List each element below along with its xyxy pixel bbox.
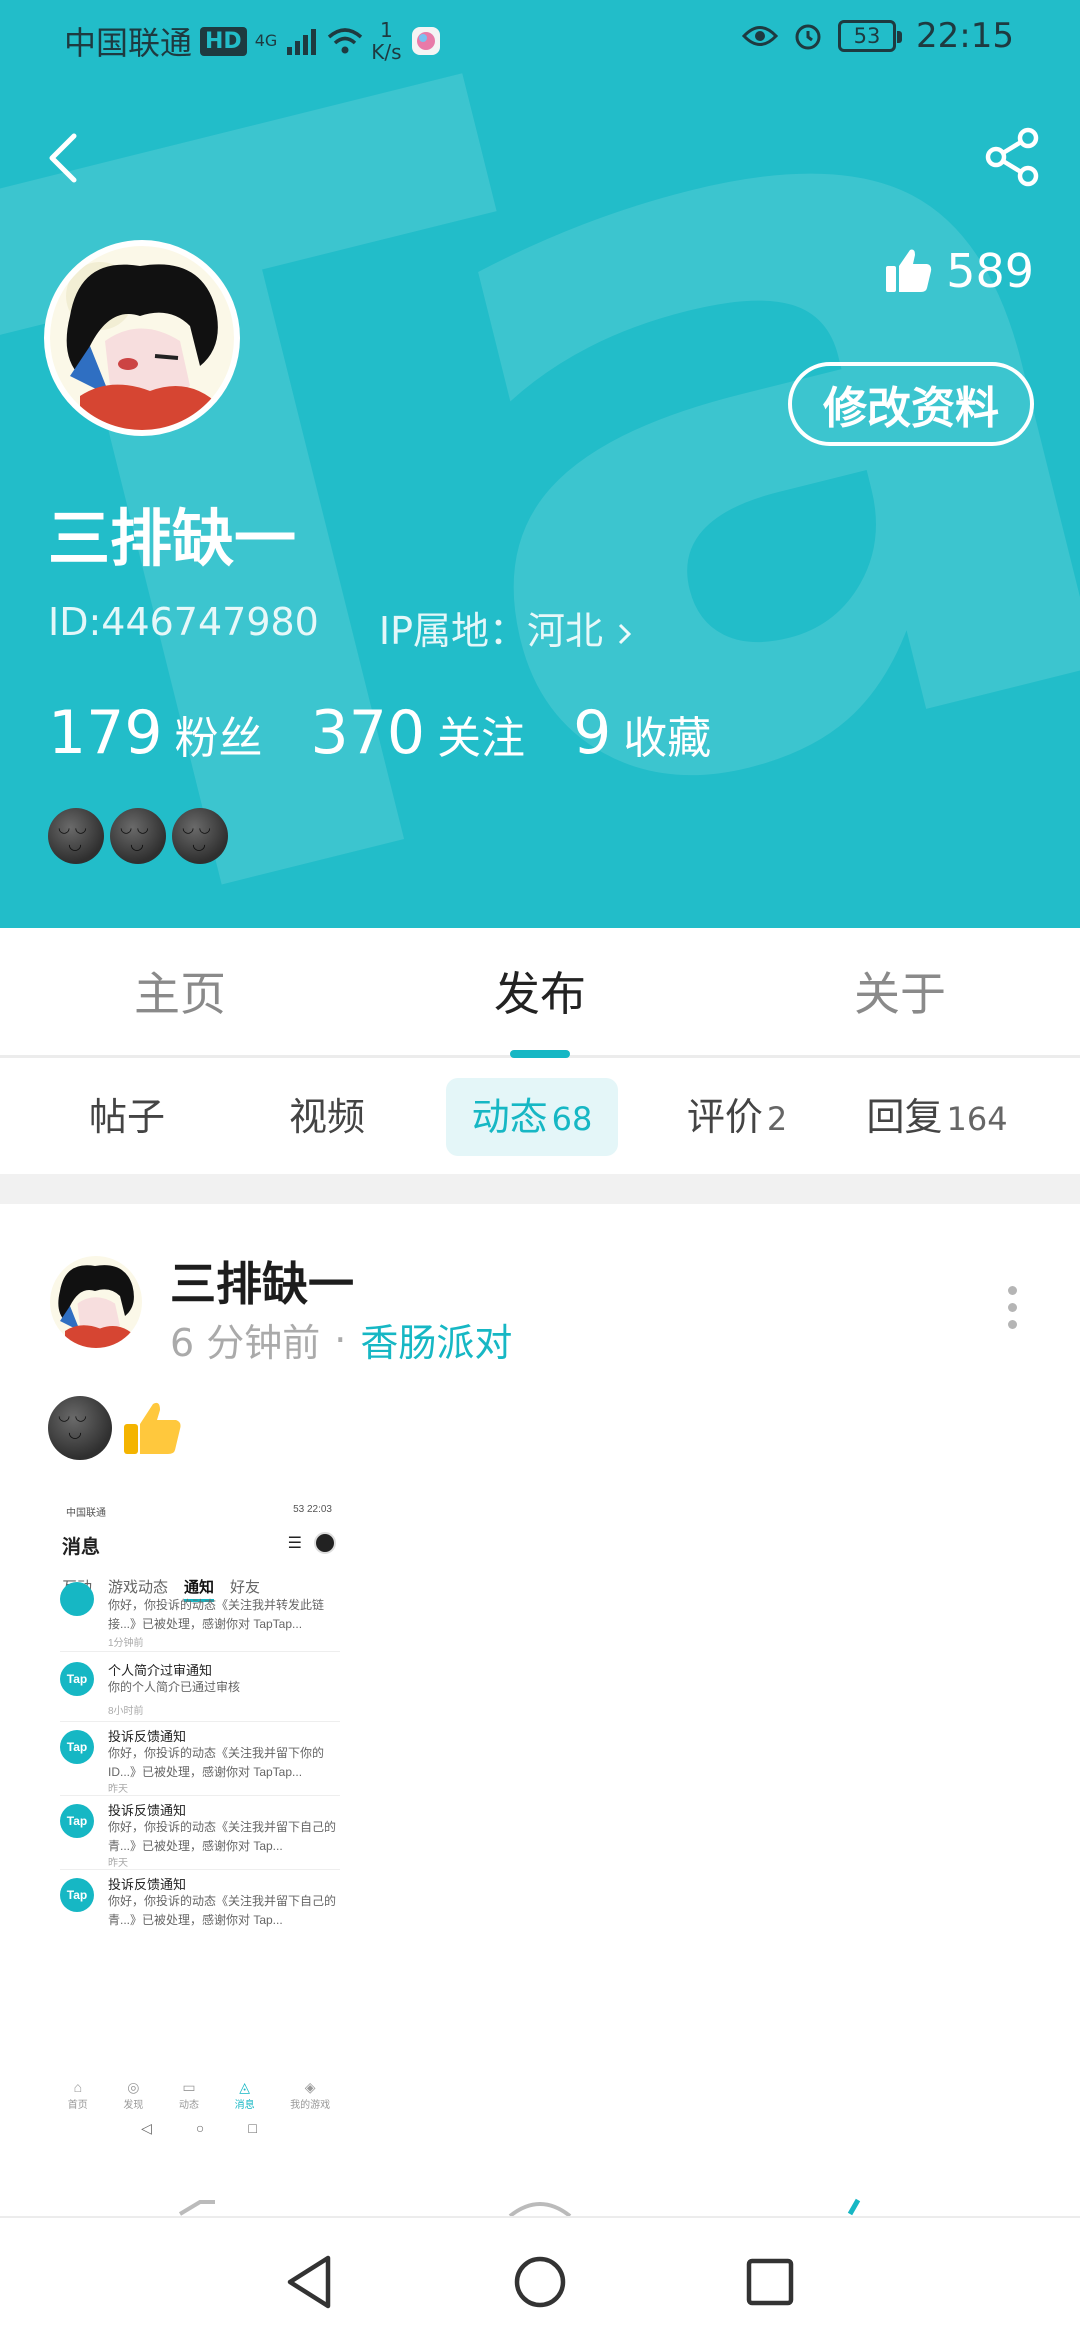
shot-title: 消息	[62, 1537, 101, 1558]
avatar-image	[50, 1256, 142, 1348]
taptap-watermark: Ta	[0, 0, 1080, 928]
eye-icon	[742, 26, 779, 46]
tab-home[interactable]: 主页	[0, 958, 360, 1024]
profile-avatar[interactable]	[44, 240, 240, 436]
filter-icon: ☰	[287, 1535, 302, 1552]
badge-list[interactable]	[48, 808, 228, 864]
moon-face-emoji-icon	[48, 1396, 112, 1460]
chevron-right-icon	[619, 623, 632, 644]
thumbs-up-icon	[886, 249, 932, 292]
subtab-moments[interactable]: 动态 68	[446, 1078, 618, 1156]
post-author-avatar[interactable]	[50, 1256, 142, 1348]
post-image[interactable]: 中国联通53 22:03 消息 ☰ 互动 游戏动态 通知 好友 你好，你投诉的动…	[50, 1496, 348, 2146]
taptap-logo-icon: Tap	[60, 1804, 94, 1838]
wifi-icon	[328, 28, 363, 54]
avatar-image	[50, 246, 234, 430]
favorites-stat[interactable]: 9 收藏	[573, 698, 711, 768]
taptap-logo-icon: Tap	[60, 1730, 94, 1764]
subtab-videos[interactable]: 视频	[252, 1078, 402, 1156]
profile-nickname: 三排缺一	[48, 502, 297, 575]
likes-counter: 589	[884, 244, 1034, 298]
battery-icon: 53	[838, 20, 903, 52]
subtab-posts[interactable]: 帖子	[52, 1078, 202, 1156]
moon-face-badge-icon	[48, 808, 104, 864]
list-item: Tap 投诉反馈通知 你好，你投诉的动态《关注我并留下自己的青...》已被处理，…	[60, 1796, 340, 1870]
followers-stat[interactable]: 179 粉丝	[48, 698, 263, 768]
post-meta: 6 分钟前 · 香肠派对	[170, 1312, 512, 1367]
list-item: 你好，你投诉的动态《关注我并转发此链接...》已被处理，感谢你对 TapTap.…	[60, 1582, 340, 1652]
app-icon	[411, 27, 440, 55]
nav-back-icon[interactable]	[280, 2252, 340, 2312]
profile-tabs: 主页 发布 关于	[0, 928, 1080, 1058]
profile-stats: 179 粉丝 370 关注 9 收藏	[48, 698, 711, 768]
post-time: 6 分钟前	[170, 1321, 321, 1365]
list-item: Tap 投诉反馈通知 你好，你投诉的动态《关注我并留下自己的青...》已被处理，…	[60, 1870, 340, 1944]
content-type-filter: 帖子 视频 动态 68 评价 2 回复 164	[0, 1060, 1080, 1174]
shot-header-icons: ☰	[288, 1532, 336, 1554]
clock: 22:15	[916, 16, 1014, 56]
edit-profile-button[interactable]: 修改资料	[788, 362, 1034, 446]
nav-home-icon[interactable]	[510, 2252, 570, 2312]
tab-about[interactable]: 关于	[720, 958, 1080, 1024]
profile-id-line: ID:446747980 IP属地：河北	[48, 600, 635, 655]
list-item: Tap 个人简介过审通知 你的个人简介已通过审核 8小时前	[60, 1652, 340, 1722]
carrier-label: 中国联通	[64, 24, 193, 62]
shot-bottom-nav: ⌂ 首页 ◎ 发现 ▭ 动态 ◬ 消息 ◈ 我的游戏	[67, 2079, 331, 2111]
active-tab-indicator	[510, 1050, 570, 1058]
back-icon[interactable]	[44, 128, 84, 188]
section-divider	[0, 1174, 1080, 1204]
meta-separator: ·	[334, 1317, 347, 1362]
list-item: Tap 投诉反馈通知 你好，你投诉的动态《关注我并留下你的ID...》已被处理，…	[60, 1722, 340, 1796]
following-stat[interactable]: 370 关注	[311, 698, 526, 768]
system-navigation-bar	[0, 2216, 1080, 2340]
hd-icon: HD	[200, 26, 247, 56]
subtab-reviews[interactable]: 评价 2	[662, 1078, 812, 1156]
post-game-link[interactable]: 香肠派对	[360, 1312, 512, 1367]
taptap-logo-icon: Tap	[60, 1878, 94, 1912]
net-speed: 1 K/s	[371, 18, 402, 64]
user-id: ID:446747980	[48, 600, 319, 644]
network-type: 4G	[254, 31, 278, 50]
likes-count: 589	[946, 244, 1034, 298]
tab-publish[interactable]: 发布	[360, 958, 720, 1024]
alarm-icon	[795, 24, 821, 50]
taptap-logo-icon	[60, 1582, 94, 1616]
subtab-replies[interactable]: 回复 164	[852, 1078, 1022, 1156]
profile-header: Ta 中国联通 HD 4G 1 K/s 53 22:15 589 修改资料 三排…	[0, 0, 1080, 928]
more-options-icon[interactable]	[1008, 1286, 1020, 1329]
taptap-logo-icon: Tap	[60, 1662, 94, 1696]
nav-recents-icon[interactable]	[740, 2252, 800, 2312]
shot-status-bar: 中国联通 53 22:03	[66, 1504, 332, 1519]
thumbs-up-emoji-icon	[124, 1402, 181, 1454]
post-action-bar-peek	[178, 2198, 861, 2216]
share-icon[interactable]	[982, 126, 1044, 188]
moon-face-badge-icon	[172, 808, 228, 864]
post-author-name[interactable]: 三排缺一	[170, 1248, 354, 1314]
status-bar: 中国联通 HD 4G 1 K/s 53 22:15	[0, 0, 1080, 76]
avatar	[314, 1532, 336, 1554]
ip-location[interactable]: IP属地：河北	[379, 600, 635, 655]
post-text-emojis	[48, 1396, 184, 1460]
shot-system-nav: ◁ ○ □	[141, 2120, 257, 2136]
moon-face-badge-icon	[110, 808, 166, 864]
signal-icon	[287, 29, 317, 55]
